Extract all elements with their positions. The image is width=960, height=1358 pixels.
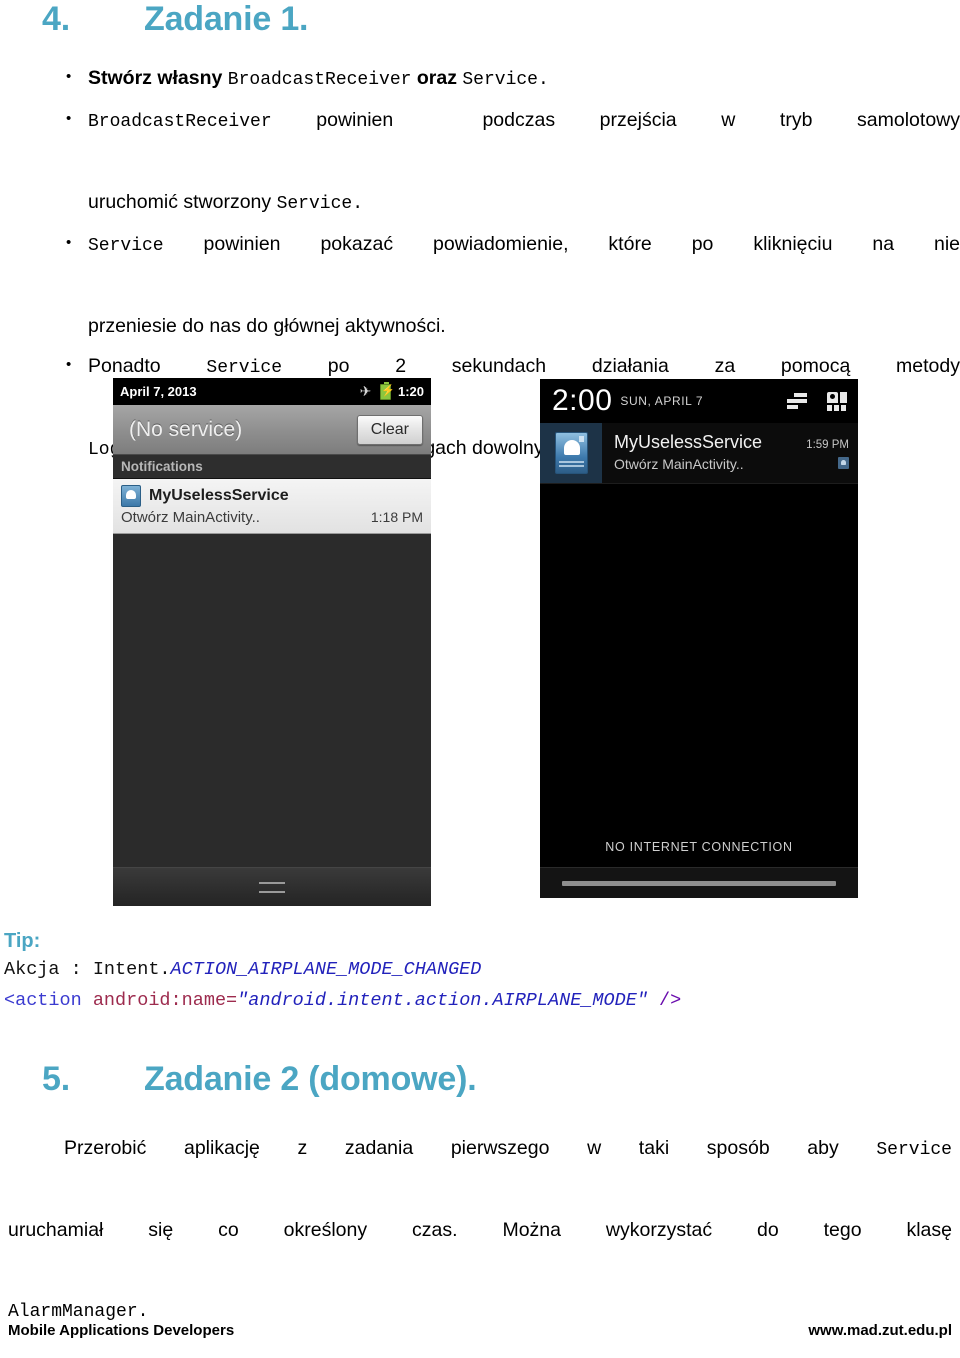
notification-subtitle: Otwórz MainActivity..: [121, 509, 260, 526]
task-1-number: 4.: [42, 0, 70, 38]
status-message: NO INTERNET CONNECTION: [605, 840, 793, 854]
task-2-title: Zadanie 2 (domowe).: [144, 1060, 477, 1098]
notification-subtitle: Otwórz MainActivity..: [614, 456, 744, 472]
quick-settings-icon[interactable]: [827, 391, 848, 411]
tip-line2-attr: android:name=: [81, 990, 238, 1011]
android-robot-icon: [121, 485, 141, 507]
tip-line2-value: "android.intent.action.AIRPLANE_MODE": [237, 990, 648, 1011]
tip-code-line-1: Akcja : Intent.ACTION_AIRPLANE_MODE_CHAN…: [4, 954, 954, 985]
notification-title: MyUselessService: [614, 432, 763, 452]
clear-all-icon[interactable]: [785, 393, 807, 409]
tip-line2-tag-close: />: [647, 990, 682, 1011]
list-item: Stwórz własny BroadcastReceiver oraz Ser…: [62, 57, 960, 100]
notification-timestamp: 1:18 PM: [370, 509, 423, 525]
battery-charging-icon: [379, 381, 395, 400]
page-footer: Mobile Applications Developers www.mad.z…: [0, 1318, 960, 1342]
android-gingerbread-notification-shade-screenshot: April 7, 2013 ✈ 1:20 (No service) Clear …: [113, 378, 431, 906]
footer-left-text: Mobile Applications Developers: [8, 1321, 235, 1339]
clear-button[interactable]: Clear: [356, 414, 423, 445]
shade-drag-handle[interactable]: [113, 867, 431, 906]
android-robot-icon: [554, 432, 588, 474]
tip-line2-tag-open: <action: [4, 990, 82, 1011]
status-bar: 2:00 SUN, APRIL 7: [540, 379, 858, 423]
notifications-section-header: Notifications: [113, 455, 431, 479]
list-item: Service powinien pokazać powiadomienie, …: [62, 223, 960, 346]
status-bar-time: 2:00: [552, 384, 613, 417]
tip-line1-plain: Akcja : Intent.: [4, 959, 171, 980]
page-title-task-1: 4. Zadanie 1.: [42, 0, 309, 38]
notification-item[interactable]: MyUselessService Otwórz MainActivity.. 1…: [113, 479, 431, 534]
task-2-paragraph: Przerobić aplikację z zadania pierwszego…: [8, 1137, 952, 1322]
tip-line1-constant: ACTION_AIRPLANE_MODE_CHANGED: [170, 959, 482, 980]
list-item: BroadcastReceiver powinien podczas przej…: [62, 99, 960, 224]
tip-block: Tip: Akcja : Intent.ACTION_AIRPLANE_MODE…: [4, 928, 954, 1016]
notification-text-container: MyUselessService 1:59 PM Otwórz MainActi…: [602, 423, 858, 483]
empty-shade-area: NO INTERNET CONNECTION: [540, 488, 858, 898]
notification-icon-container: [540, 423, 602, 483]
airplane-mode-icon: ✈: [359, 383, 372, 399]
drag-handle-icon: [562, 880, 836, 886]
footer-right-link[interactable]: www.mad.zut.edu.pl: [808, 1322, 952, 1339]
status-bar: April 7, 2013 ✈ 1:20: [113, 378, 431, 405]
task-2-number: 5.: [42, 1060, 70, 1098]
carrier-bar: (No service) Clear: [113, 405, 431, 455]
status-bar-time: 1:20: [397, 384, 424, 399]
status-bar-date: April 7, 2013: [120, 384, 197, 399]
notification-timestamp: 1:59 PM: [806, 439, 849, 451]
shade-drag-handle[interactable]: [540, 867, 858, 898]
notification-title: MyUselessService: [149, 487, 289, 504]
tip-code-line-2: <action android:name="android.intent.act…: [4, 985, 954, 1016]
page-title-task-2: 5. Zadanie 2 (domowe).: [42, 1060, 477, 1098]
carrier-label: (No service): [129, 417, 243, 441]
task-1-title: Zadanie 1.: [144, 0, 309, 38]
notification-item[interactable]: MyUselessService 1:59 PM Otwórz MainActi…: [540, 423, 858, 484]
tip-label: Tip:: [4, 930, 41, 952]
android-holo-notification-shade-screenshot: 2:00 SUN, APRIL 7 MyUselessService 1:59 …: [540, 379, 858, 898]
drag-handle-icon: [259, 881, 285, 893]
android-robot-mini-icon: [838, 457, 849, 469]
status-bar-date: SUN, APRIL 7: [620, 394, 704, 408]
